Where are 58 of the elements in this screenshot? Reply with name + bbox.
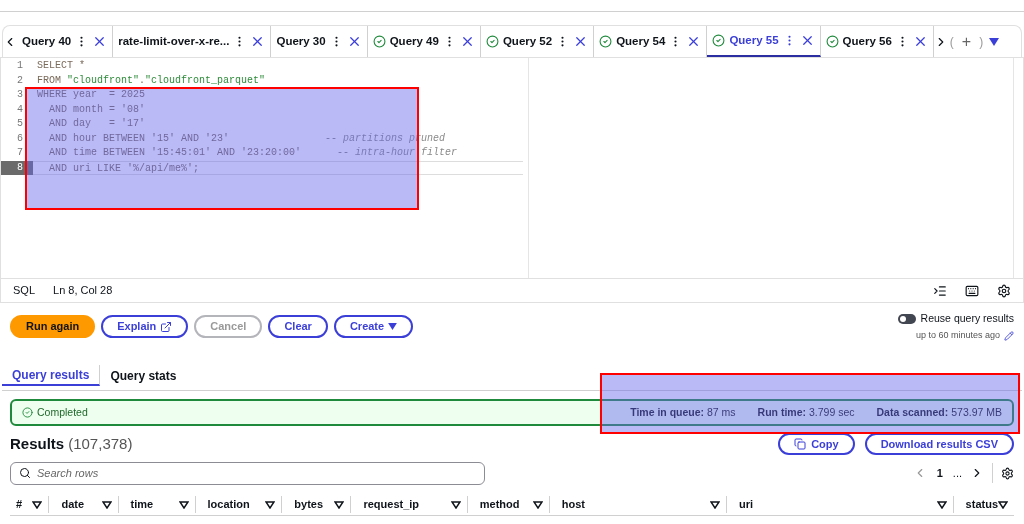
line-number: 6 — [16, 131, 24, 146]
query-tab[interactable]: Query 56 — [820, 26, 934, 57]
result-tab[interactable]: Query results — [2, 365, 101, 386]
action-button[interactable]: Explain — [101, 315, 189, 338]
column-header: # — [15, 497, 23, 513]
query-tab[interactable]: Query 49 — [367, 26, 481, 57]
results-title: Results — [10, 433, 65, 454]
column-header: location — [206, 497, 250, 513]
column-header: status — [964, 497, 998, 513]
cursor-position: Ln 8, Col 28 — [53, 283, 113, 299]
code-line: AND uri LIKE '%/api/me%'; — [33, 160, 523, 175]
column-header: request_ip — [362, 497, 420, 513]
line-number: 7 — [16, 146, 24, 160]
stat-text: Data scanned: 573.97 MB — [876, 404, 1002, 420]
action-button[interactable]: Clear — [268, 315, 328, 338]
query-tab[interactable]: Query 54 — [594, 26, 708, 57]
column-header: host — [560, 497, 585, 513]
action-button[interactable]: Run again — [10, 315, 96, 338]
language-label: SQL — [13, 283, 35, 299]
add-tab-button[interactable]: + — [961, 29, 972, 54]
line-number: 1 — [16, 59, 24, 73]
query-tab[interactable]: Query 52 — [480, 26, 595, 57]
status-text: Completed — [37, 404, 88, 420]
code-line: WHERE year = 2025 — [36, 88, 146, 102]
code-line: AND day = '17' — [48, 117, 146, 131]
toggle-label: Reuse query results — [920, 311, 1014, 326]
paren-text: ( — [949, 33, 954, 51]
column-header: time — [129, 497, 154, 513]
code-line: SELECT * — [36, 59, 85, 73]
query-tab[interactable]: Query 40 — [17, 26, 114, 57]
code-line: AND time BETWEEN '15:45:01' AND '23:20:00' -- intra-hour filter — [48, 146, 458, 160]
action-button[interactable]: Create — [333, 315, 414, 338]
line-number: 4 — [16, 102, 24, 117]
search-input[interactable]: Search rows — [37, 464, 476, 482]
download-button[interactable]: Download results CSV — [864, 433, 1014, 455]
code-line: AND month = '08' — [48, 102, 146, 117]
column-header: uri — [738, 497, 754, 513]
stat-text: Run time: 3.799 sec — [757, 404, 855, 420]
code-line: FROM "cloudfront"."cloudfront_parquet" — [36, 73, 266, 88]
query-tab[interactable]: Query 30 — [271, 26, 368, 57]
line-number: 5 — [16, 117, 24, 131]
line-number: 8 — [1, 160, 33, 175]
page-number[interactable]: 1 — [936, 464, 943, 482]
query-tab[interactable]: rate-limit-over-x-re... — [113, 26, 272, 57]
column-header: method — [478, 497, 520, 513]
line-number: 2 — [16, 73, 24, 88]
paren-text: ) — [979, 33, 984, 51]
page-ellipsis: ... — [952, 465, 962, 481]
result-tab[interactable]: Query stats — [100, 361, 187, 390]
search-field[interactable]: Search rows — [10, 461, 485, 485]
column-header: date — [60, 497, 85, 513]
column-header: bytes — [293, 497, 324, 513]
results-count: (107,378) — [68, 433, 133, 454]
stat-text: Time in queue: 87 ms — [630, 404, 736, 420]
copy-button[interactable]: Copy — [778, 433, 855, 455]
query-tab[interactable]: Query 55 — [707, 26, 821, 57]
line-number: 3 — [16, 88, 24, 102]
reuse-hint: up to 60 minutes ago — [915, 328, 1000, 342]
